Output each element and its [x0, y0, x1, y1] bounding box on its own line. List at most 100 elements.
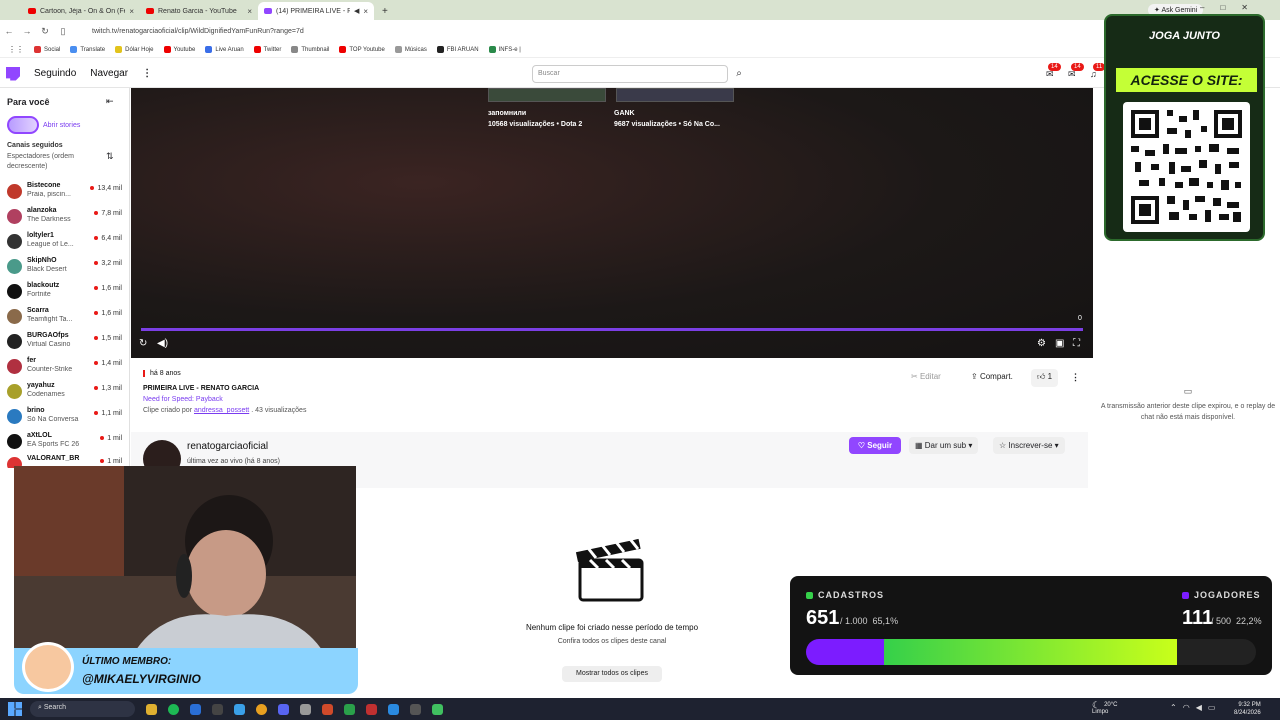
bookmark[interactable]: Translate — [70, 46, 105, 53]
bookmark-label: Thumbnail — [301, 46, 330, 53]
stories-avatar — [7, 116, 39, 134]
show-all-clips-button[interactable]: Mostrar todos os clipes — [562, 666, 662, 682]
taskbar-clock[interactable]: 9:32 PM 8/24/2026 — [1234, 701, 1261, 717]
app-icon[interactable] — [212, 703, 223, 715]
close-icon[interactable]: × — [247, 7, 252, 16]
app-icon[interactable] — [432, 703, 443, 715]
replay-icon[interactable]: ↻ — [139, 338, 147, 349]
app-icon[interactable] — [344, 703, 355, 715]
open-stories-button[interactable]: Abrir stories — [7, 116, 80, 134]
nav-browse[interactable]: Navegar — [90, 68, 128, 79]
forward-icon[interactable]: → — [18, 26, 36, 36]
brand-logo: JOGA JUNTO — [1149, 30, 1220, 42]
sidebar-channel[interactable]: Bistecone Praia, piscin... 13,4 mil — [0, 181, 128, 205]
tab-title: (14) PRIMEIRA LIVE - RENA... — [276, 7, 350, 15]
followed-channels-header: Canais seguidos — [7, 142, 63, 149]
recommended-clip-thumbnail[interactable] — [488, 88, 606, 102]
clip-creator-link[interactable]: andressa_possett — [194, 407, 249, 414]
app-icon[interactable] — [190, 703, 201, 715]
bookmark[interactable]: Twitter — [253, 46, 281, 53]
bookmark[interactable]: FBI ARUAN — [436, 46, 479, 53]
system-tray[interactable]: ⌃◠◀▭ — [1170, 703, 1221, 712]
speaker-icon[interactable]: ◀ — [354, 7, 359, 15]
sidebar-channel[interactable]: blackoutz Fortnite 1,6 mil — [0, 281, 128, 305]
chrome-icon[interactable] — [256, 703, 267, 715]
sidebar-channel[interactable]: Scarra Teamfight Ta... 1,6 mil — [0, 306, 128, 330]
app-icon[interactable] — [366, 703, 377, 715]
discord-icon[interactable] — [278, 703, 289, 715]
close-icon[interactable]: × — [363, 7, 368, 16]
nav-following[interactable]: Seguindo — [34, 68, 76, 79]
sidebar-channel[interactable]: SkipNhO Black Desert 3,2 mil — [0, 256, 128, 280]
browser-tab-active[interactable]: (14) PRIMEIRA LIVE - RENA... ◀ × — [258, 2, 374, 20]
sidebar-channel[interactable]: brino Só Na Conversa 1,1 mil — [0, 406, 128, 430]
minimize-icon[interactable]: – — [1200, 3, 1204, 12]
camera-icon[interactable] — [300, 703, 311, 715]
maximize-icon[interactable]: □ — [1220, 3, 1225, 12]
bookmark[interactable]: Youtube — [163, 46, 196, 53]
sidebar-channel[interactable]: loltyler1 League of Le... 6,4 mil — [0, 231, 128, 255]
windows-start-icon[interactable] — [8, 702, 22, 716]
apps-icon[interactable]: ⋮⋮ — [8, 45, 24, 54]
app-icon[interactable] — [410, 703, 421, 715]
more-options-icon[interactable]: ⋮ — [1067, 369, 1084, 387]
chat-message-text: A transmissão anterior deste clipe expir… — [1100, 403, 1276, 421]
search-input[interactable]: Buscar — [532, 65, 728, 83]
recommended-clip-title[interactable]: запомнили — [488, 110, 526, 117]
close-window-icon[interactable]: ✕ — [1241, 3, 1248, 12]
bookmark[interactable]: Músicas — [394, 46, 427, 53]
sort-icon[interactable]: ⇅ — [106, 151, 114, 162]
bookmark-label: Youtube — [173, 46, 196, 53]
sidebar-channel[interactable]: alanzoka The Darkness 7,8 mil — [0, 206, 128, 230]
clip-game-link[interactable]: Need for Speed: Payback — [143, 396, 223, 403]
bookmark[interactable]: Dólar Hoje — [115, 46, 154, 53]
taskbar-search[interactable]: ⌕ Search — [30, 701, 135, 717]
app-icon[interactable] — [322, 703, 333, 715]
theatre-mode-icon[interactable]: ▣ — [1055, 338, 1064, 349]
follow-button[interactable]: ♡ Seguir — [849, 437, 901, 454]
spotify-icon[interactable] — [168, 703, 179, 715]
app-icon[interactable] — [234, 703, 245, 715]
collapse-sidebar-icon[interactable]: ⇤ — [106, 96, 114, 107]
youtube-icon — [163, 46, 171, 53]
settings-gear-icon[interactable]: ⚙ — [1037, 338, 1046, 349]
like-button[interactable]: 👍︎ 1 — [1031, 369, 1059, 387]
search-icon[interactable]: ⌕ — [730, 65, 748, 83]
sidebar-channel[interactable]: fer Counter-Strike 1,4 mil — [0, 356, 128, 380]
progress-bar[interactable] — [141, 328, 1083, 331]
bookmark[interactable]: TOP Youtube — [339, 46, 385, 53]
bookmark[interactable]: INFS-e | — [488, 46, 521, 53]
back-icon[interactable]: ← — [0, 26, 18, 36]
subscribe-button[interactable]: ☆ Inscrever-se ▾ — [993, 437, 1065, 454]
sidebar-channel[interactable]: yayahuz Codenames 1,3 mil — [0, 381, 128, 405]
url-field[interactable]: twitch.tv/renatogarciaoficial/clip/WildD… — [92, 28, 304, 35]
gift-sub-button[interactable]: ▦ Dar um sub ▾ — [909, 437, 979, 454]
close-icon[interactable]: × — [129, 7, 134, 16]
volume-icon[interactable]: ◀) — [157, 338, 168, 349]
weather-widget[interactable]: ☾ 20°C Limpo — [1092, 701, 1117, 716]
browser-tab[interactable]: Renato Garcia - YouTube × — [140, 2, 258, 20]
more-options-icon[interactable]: ⋮ — [142, 68, 152, 79]
sidebar-channel[interactable]: aXtLOL EA Sports FC 26 1 mil — [0, 431, 128, 455]
reload-icon[interactable]: ↻ — [36, 26, 54, 37]
recommended-clip-thumbnail[interactable] — [616, 88, 734, 102]
green-dot-icon — [806, 592, 813, 600]
sidebar-toggle-icon[interactable]: ▯ — [54, 26, 72, 37]
fullscreen-icon[interactable]: ⛶ — [1073, 338, 1080, 349]
twitch-logo-icon[interactable] — [6, 66, 20, 81]
bookmark-label: Translate — [80, 46, 106, 53]
new-tab-button[interactable]: + — [376, 2, 394, 20]
browser-tab[interactable]: Cartoon, Jéja - On & On (Feat... × — [22, 2, 140, 20]
recommended-clip-title[interactable]: GANK — [614, 110, 635, 117]
channel-name[interactable]: renatogarciaoficial — [187, 441, 268, 452]
file-explorer-icon[interactable] — [146, 703, 157, 715]
share-label: Compart. — [979, 372, 1013, 381]
bookmark[interactable]: Live Aruan — [205, 46, 244, 53]
bookmark[interactable]: Thumbnail — [291, 46, 329, 53]
sidebar-channel[interactable]: BURGAOfps Virtual Casino 1,5 mil — [0, 331, 128, 355]
bookmark[interactable]: Social — [34, 46, 60, 53]
edit-clip-button[interactable]: ✂ Editar — [905, 369, 947, 387]
share-button[interactable]: ⇪ Compart. — [965, 369, 1019, 387]
video-player[interactable]: запомнили 10568 visualizações • Dota 2 G… — [131, 88, 1093, 358]
app-icon[interactable] — [388, 703, 399, 715]
